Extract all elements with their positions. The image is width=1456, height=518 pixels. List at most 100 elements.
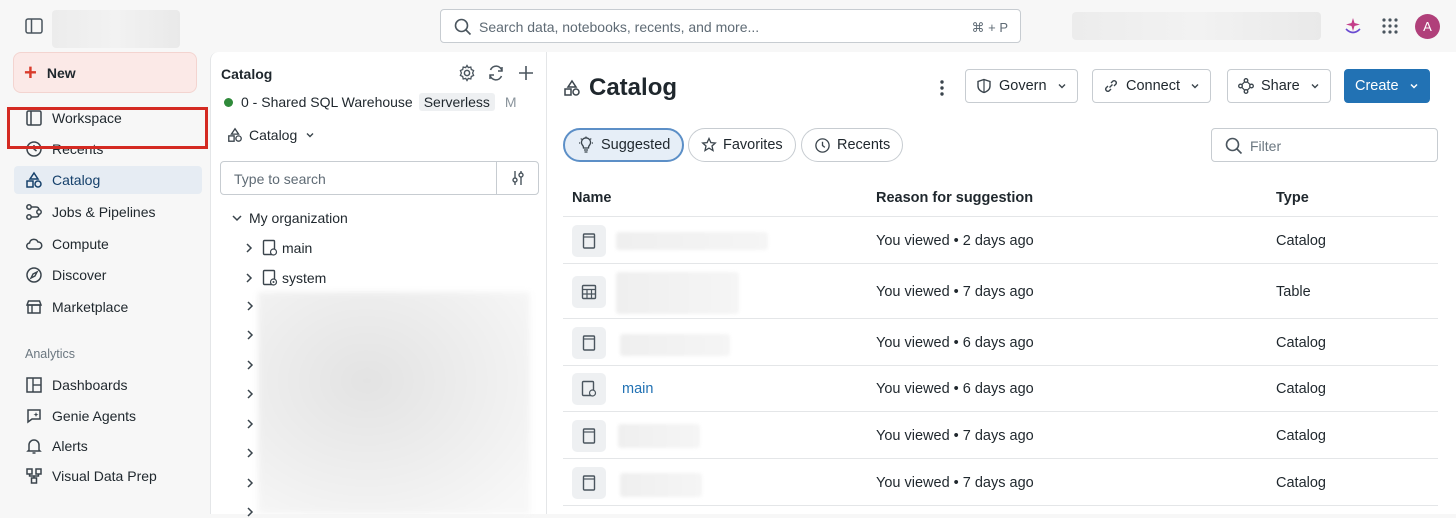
create-button[interactable]: Create bbox=[1344, 69, 1430, 103]
table-row[interactable]: You viewed • 2 days ago Catalog bbox=[563, 216, 1438, 264]
column-header-reason[interactable]: Reason for suggestion bbox=[876, 190, 1033, 206]
sidebar-item-catalog[interactable]: Catalog bbox=[14, 166, 202, 194]
new-button-label: New bbox=[46, 64, 76, 81]
workspace-logo[interactable] bbox=[52, 10, 180, 48]
filter-settings-button[interactable] bbox=[496, 162, 538, 194]
table-row[interactable]: main You viewed • 6 days ago Catalog bbox=[563, 365, 1438, 412]
column-header-type[interactable]: Type bbox=[1276, 190, 1309, 206]
sidebar-item-alerts[interactable]: Alerts bbox=[14, 432, 202, 460]
govern-label: Govern bbox=[999, 78, 1047, 94]
tree-item-label: system bbox=[282, 270, 327, 286]
redacted-name[interactable] bbox=[616, 232, 768, 250]
dashboard-icon bbox=[26, 377, 42, 393]
tree-search-input[interactable]: Type to search bbox=[220, 161, 539, 195]
sidebar-item-jobs-pipelines[interactable]: Jobs & Pipelines bbox=[14, 198, 202, 226]
table-row[interactable]: You viewed • 6 days ago Catalog bbox=[563, 318, 1438, 366]
chevron-right-icon[interactable] bbox=[244, 388, 256, 400]
redacted-name[interactable] bbox=[616, 272, 739, 314]
chevron-right-icon[interactable] bbox=[244, 329, 256, 341]
tab-suggested[interactable]: Suggested bbox=[563, 128, 685, 162]
data-prep-icon bbox=[26, 468, 42, 484]
catalog-icon bbox=[572, 225, 606, 257]
bell-icon bbox=[26, 439, 42, 454]
table-row[interactable]: You viewed • 7 days ago Table bbox=[563, 263, 1438, 319]
connect-label: Connect bbox=[1126, 78, 1181, 94]
chevron-right-icon[interactable] bbox=[244, 300, 256, 312]
share-button[interactable]: Share bbox=[1227, 69, 1331, 103]
chevron-right-icon[interactable] bbox=[244, 506, 256, 518]
connect-button[interactable]: Connect bbox=[1092, 69, 1212, 103]
sidebar-item-label: Catalog bbox=[52, 172, 101, 188]
sidebar-item-genie-agents[interactable]: Genie Agents bbox=[14, 402, 202, 430]
page-title: Catalog bbox=[563, 74, 677, 102]
catalog-panel: Catalog 0 - Shared SQL Warehouse Serverl… bbox=[210, 52, 547, 517]
catalog-lock-icon bbox=[262, 239, 278, 256]
sidebar-item-label: Visual Data Prep bbox=[52, 468, 157, 484]
tab-favorites[interactable]: Favorites bbox=[688, 128, 796, 162]
redacted-name[interactable] bbox=[620, 334, 730, 356]
filter-input[interactable]: Filter bbox=[1211, 128, 1438, 162]
filter-placeholder: Filter bbox=[1250, 138, 1282, 154]
tree-item-label: main bbox=[282, 240, 313, 256]
catalog-icon bbox=[26, 171, 42, 188]
tree-item-main[interactable]: main bbox=[244, 239, 312, 257]
avatar[interactable]: A bbox=[1415, 14, 1440, 39]
sidebar-item-label: Genie Agents bbox=[52, 408, 137, 424]
chevron-right-icon[interactable] bbox=[244, 447, 256, 459]
sidebar-item-visual-data-prep[interactable]: Visual Data Prep bbox=[14, 462, 202, 490]
column-header-name[interactable]: Name bbox=[572, 190, 612, 206]
tree-item-my-organization[interactable]: My organization bbox=[231, 210, 348, 226]
table-row[interactable]: You viewed • 7 days ago Catalog bbox=[563, 458, 1438, 506]
new-button[interactable]: + New bbox=[13, 52, 197, 93]
shield-icon bbox=[977, 78, 991, 94]
search-icon bbox=[454, 18, 472, 36]
search-icon bbox=[1225, 137, 1243, 155]
add-icon[interactable] bbox=[514, 61, 538, 85]
global-search-input[interactable]: Search data, notebooks, recents, and mor… bbox=[440, 9, 1021, 43]
page-title-text: Catalog bbox=[589, 74, 678, 101]
genie-icon bbox=[27, 409, 41, 424]
tree-search-placeholder: Type to search bbox=[234, 171, 326, 187]
chevron-right-icon[interactable] bbox=[244, 418, 256, 430]
warehouse-selector[interactable]: 0 - Shared SQL Warehouse Serverless M bbox=[224, 93, 517, 111]
compass-icon bbox=[26, 267, 42, 283]
share-label: Share bbox=[1261, 78, 1300, 94]
sidebar-item-discover[interactable]: Discover bbox=[14, 261, 202, 289]
main-content: Catalog Govern Connect Share Create Sugg… bbox=[547, 52, 1456, 514]
sidebar-item-dashboards[interactable]: Dashboards bbox=[14, 371, 202, 399]
catalog-lock-icon bbox=[572, 373, 606, 405]
workspace-switcher[interactable] bbox=[1072, 12, 1321, 40]
redacted-name[interactable] bbox=[620, 473, 702, 497]
row-name-link[interactable]: main bbox=[622, 381, 653, 397]
row-reason: You viewed • 7 days ago bbox=[876, 284, 1034, 300]
panel-title: Catalog bbox=[221, 66, 273, 82]
catalog-dropdown-label: Catalog bbox=[249, 127, 298, 143]
govern-button[interactable]: Govern bbox=[965, 69, 1078, 103]
gear-icon[interactable] bbox=[455, 61, 479, 85]
assistant-icon[interactable] bbox=[1341, 14, 1365, 38]
catalog-icon bbox=[572, 327, 606, 359]
refresh-icon[interactable] bbox=[484, 61, 508, 85]
row-type: Table bbox=[1276, 284, 1311, 300]
chevron-down-icon bbox=[1191, 84, 1199, 89]
chevron-down-icon bbox=[1058, 84, 1066, 89]
share-icon bbox=[1238, 78, 1254, 94]
tree-item-label: My organization bbox=[249, 210, 348, 226]
sidebar-item-compute[interactable]: Compute bbox=[14, 230, 202, 258]
tab-recents[interactable]: Recents bbox=[801, 128, 904, 162]
chevron-right-icon[interactable] bbox=[244, 359, 256, 371]
redacted-name[interactable] bbox=[618, 424, 700, 448]
more-options-icon[interactable] bbox=[930, 76, 954, 100]
chevron-right-icon[interactable] bbox=[244, 477, 256, 489]
sidebar-toggle-icon[interactable] bbox=[22, 14, 46, 38]
row-reason: You viewed • 2 days ago bbox=[876, 233, 1034, 249]
tree-item-system[interactable]: system bbox=[244, 269, 326, 287]
row-type: Catalog bbox=[1276, 381, 1326, 397]
analytics-section-label: Analytics bbox=[25, 347, 76, 361]
apps-grid-icon[interactable] bbox=[1378, 14, 1402, 38]
sidebar-item-marketplace[interactable]: Marketplace bbox=[14, 293, 202, 321]
redacted-tree-items bbox=[258, 292, 530, 514]
catalog-dropdown[interactable]: Catalog bbox=[227, 127, 321, 143]
table-row bbox=[563, 505, 1438, 514]
table-row[interactable]: You viewed • 7 days ago Catalog bbox=[563, 411, 1438, 459]
